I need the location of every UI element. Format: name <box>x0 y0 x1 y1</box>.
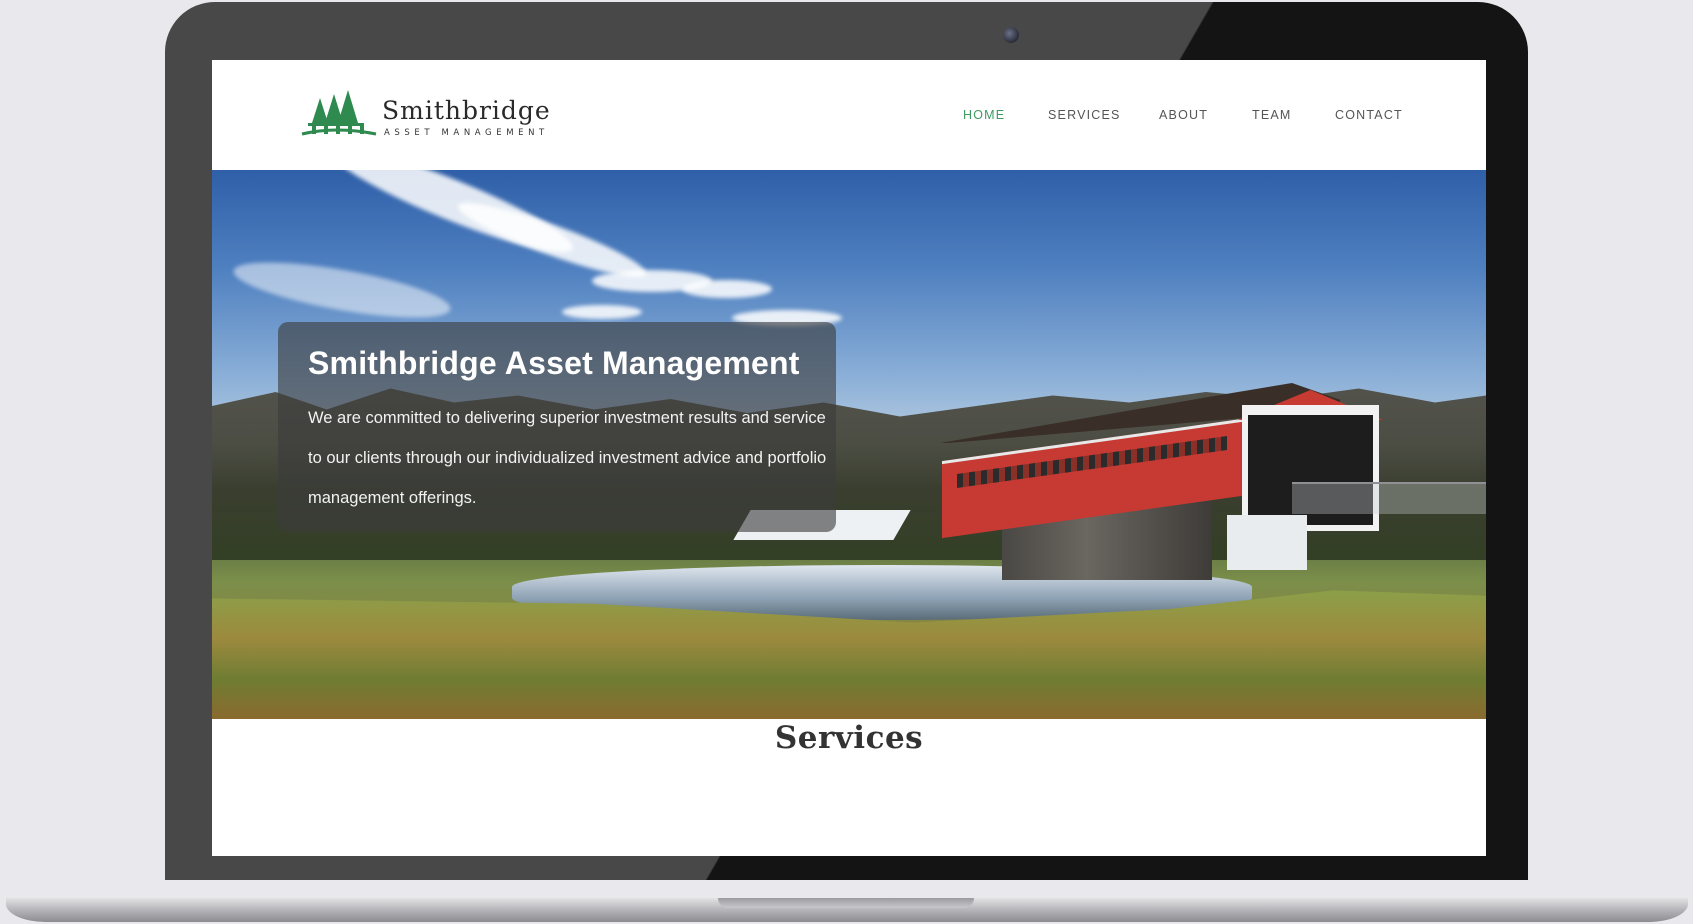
browser-screen: Smithbridge ASSET MANAGEMENT HOME SERVIC… <box>212 60 1486 856</box>
cloud <box>562 305 642 319</box>
site-header: Smithbridge ASSET MANAGEMENT HOME SERVIC… <box>212 60 1486 170</box>
cloud <box>682 280 772 298</box>
hero-title: Smithbridge Asset Management <box>308 345 800 381</box>
cloud <box>230 251 454 329</box>
logo-subtitle: ASSET MANAGEMENT <box>384 128 549 138</box>
fence <box>1292 482 1486 514</box>
trees-logo-icon <box>301 90 377 136</box>
laptop-base-notch <box>718 898 974 908</box>
logo-wordmark: Smithbridge <box>382 96 551 125</box>
nav-team[interactable]: TEAM <box>1252 108 1292 122</box>
camera-icon <box>1003 27 1019 43</box>
services-heading: Services <box>774 720 924 756</box>
nav-contact[interactable]: CONTACT <box>1335 108 1403 122</box>
nav-about[interactable]: ABOUT <box>1159 108 1208 122</box>
hero-section: Smithbridge Asset Management We are comm… <box>212 170 1486 719</box>
site-logo[interactable]: Smithbridge ASSET MANAGEMENT <box>300 90 560 145</box>
nav-services[interactable]: SERVICES <box>1048 108 1121 122</box>
bridge-abutment <box>1227 515 1307 570</box>
cloud <box>323 170 581 268</box>
hero-description: We are committed to delivering superior … <box>308 409 827 507</box>
nav-home[interactable]: HOME <box>963 108 1005 122</box>
